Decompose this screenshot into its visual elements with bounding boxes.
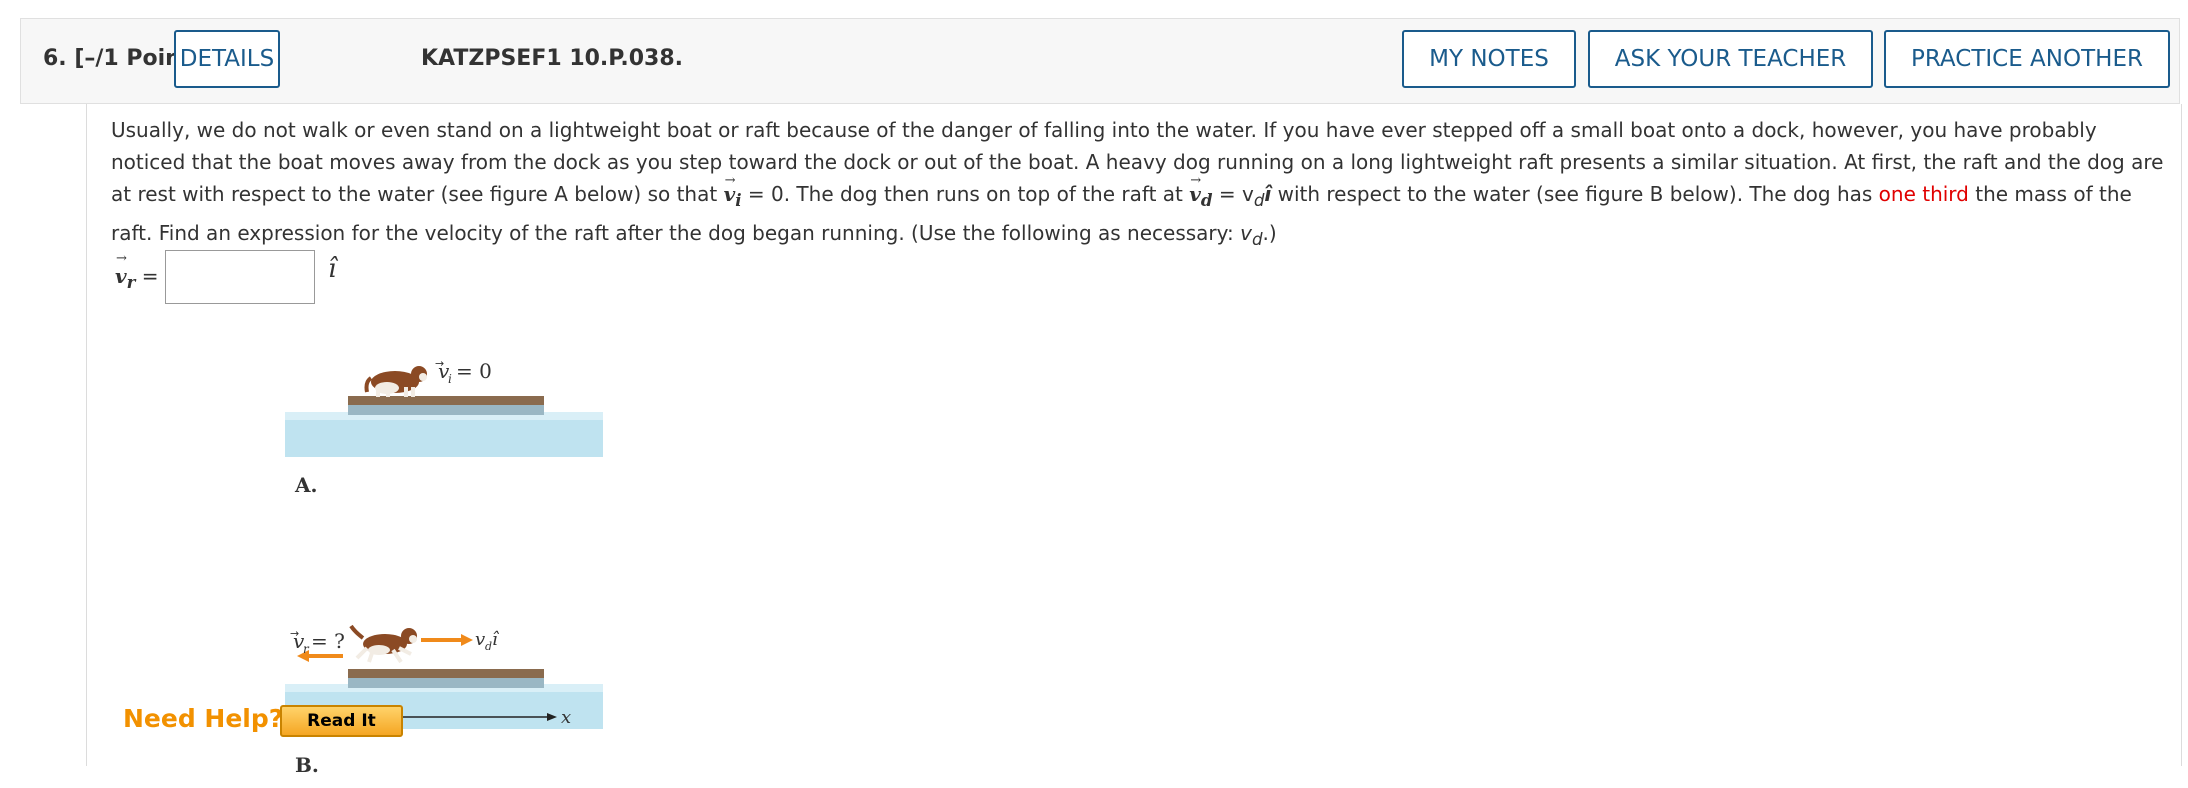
svg-text:d: d: [485, 640, 492, 653]
problem-text: Usually, we do not walk or even stand on…: [111, 114, 2171, 256]
figure-b-velocity-label: v → r = ?: [290, 627, 345, 656]
my-notes-button[interactable]: MY NOTES: [1402, 30, 1576, 88]
raft-velocity-input[interactable]: [165, 250, 315, 304]
figure-a-label: A.: [294, 473, 317, 497]
figure-b-label: B.: [295, 753, 319, 777]
svg-text:= 0: = 0: [456, 359, 492, 383]
raft-b: [348, 669, 544, 678]
vector-arrow-icon: →: [116, 251, 127, 266]
question-content: Usually, we do not walk or even stand on…: [86, 104, 2182, 777]
vector-arrow-icon: →: [1190, 173, 1202, 188]
need-help-label: Need Help?: [123, 704, 284, 733]
svg-text:→: →: [290, 627, 299, 640]
variable-subscript: d: [1251, 230, 1263, 249]
raft-a: [348, 396, 544, 405]
question-header: 6. [–/1 Points] DETAILS KATZPSEF1 10.P.0…: [20, 18, 2180, 104]
practice-another-button[interactable]: PRACTICE ANOTHER: [1884, 30, 2170, 88]
svg-text:v: v: [475, 629, 485, 650]
highlighted-mass-ratio: one third: [1878, 182, 1969, 206]
vi-vector: → vi: [724, 173, 742, 216]
problem-text-part2: The dog then runs on top of the raft at: [790, 182, 1190, 206]
dog-velocity-arrow: v d î: [421, 629, 500, 653]
vd-equation: = vdî: [1212, 182, 1272, 210]
ask-teacher-button[interactable]: ASK YOUR TEACHER: [1588, 30, 1873, 88]
problem-text-part5: .): [1262, 221, 1277, 245]
question-id: KATZPSEF1 10.P.038.: [421, 46, 684, 71]
unit-vector-ihat: î: [328, 254, 337, 284]
vector-arrow-icon: →: [724, 173, 736, 188]
dog-a-icon: [364, 366, 427, 397]
problem-text-part3: with respect to the water (see figure B …: [1271, 182, 1879, 206]
figure-a-velocity-label: v → i = 0: [435, 357, 492, 386]
variable-v: v: [1240, 221, 1252, 245]
answer-label: → vr =: [115, 251, 159, 292]
dog-b-icon: [349, 624, 417, 664]
svg-text:i: i: [448, 372, 452, 386]
details-button[interactable]: DETAILS: [174, 30, 280, 88]
x-axis-label: x: [561, 707, 571, 728]
vd-vector: → vd: [1189, 173, 1212, 216]
svg-text:= ?: = ?: [311, 629, 345, 653]
svg-text:î: î: [492, 629, 500, 650]
svg-text:→: →: [435, 357, 444, 370]
read-it-button[interactable]: Read It: [280, 705, 403, 737]
vi-equation: = 0.: [741, 182, 791, 206]
